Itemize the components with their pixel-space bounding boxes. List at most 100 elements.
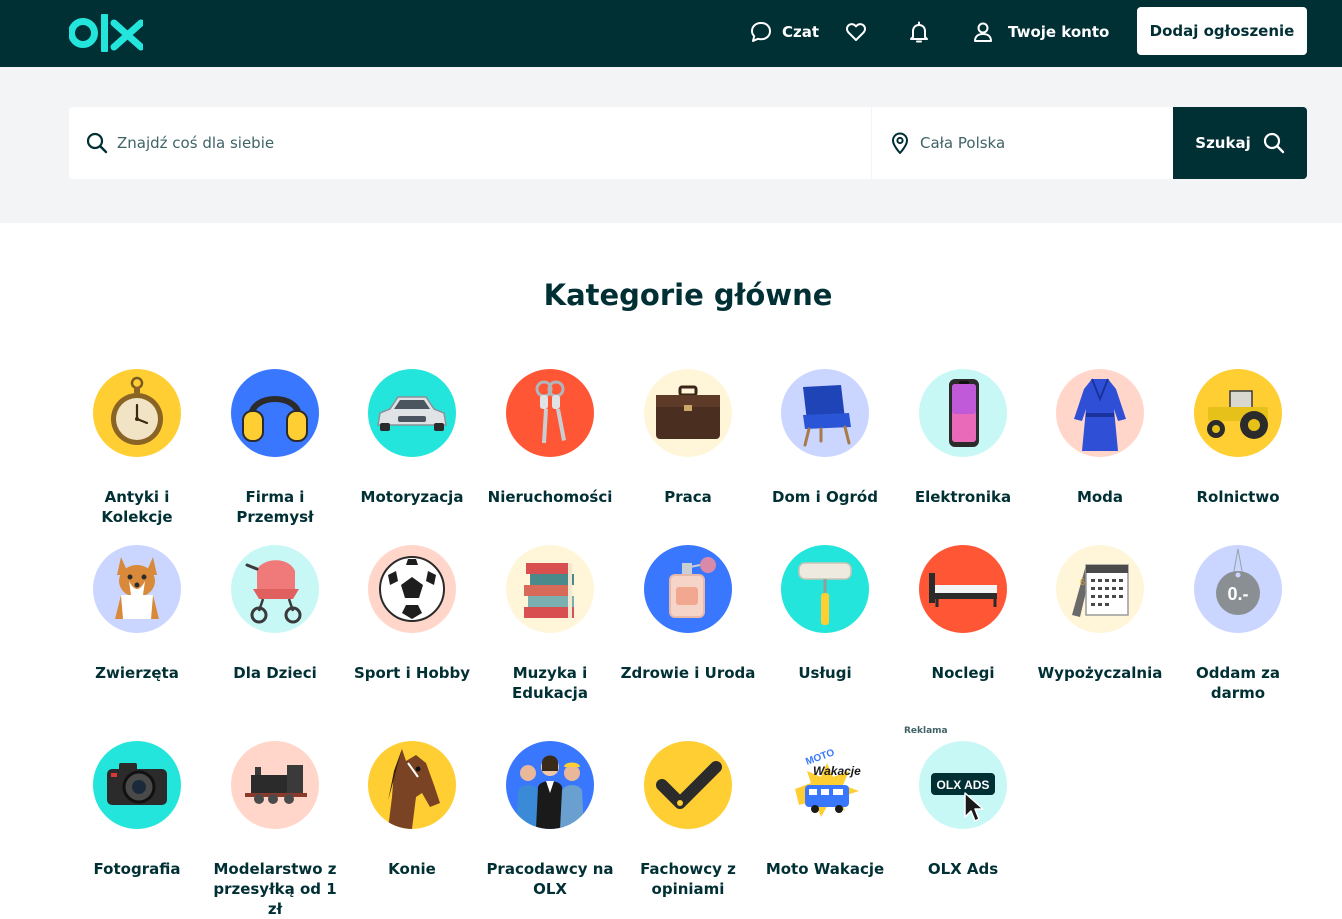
chat-label: Czat (782, 23, 820, 41)
category-oddam[interactable]: 0.- Oddam za darmo (1170, 545, 1306, 703)
category-label: Modelarstwo z przesyłką od 1 zł (213, 860, 337, 918)
category-circle (506, 369, 594, 457)
search-placeholder: Znajdź coś dla siebie (117, 134, 275, 152)
ad-label: Reklama (904, 726, 948, 736)
category-modelarstwo[interactable]: Modelarstwo z przesyłką od 1 zł (207, 741, 343, 919)
add-listing-label: Dodaj ogłoszenie (1149, 22, 1295, 40)
price-tag-text: 0.- (1227, 584, 1248, 604)
chat-link[interactable]: Czat (749, 18, 819, 46)
category-circle (506, 545, 594, 633)
category-antyki[interactable]: Antyki i Kolekcje (69, 369, 205, 527)
category-zdrowie[interactable]: Zdrowie i Uroda (620, 545, 756, 683)
category-elektronika[interactable]: Elektronika (895, 369, 1031, 507)
search-section: Znajdź coś dla siebie Cała Polska Szukaj (0, 67, 1342, 223)
search-icon (86, 132, 108, 154)
bed-icon (929, 573, 997, 607)
category-nieruchomosci[interactable]: Nieruchomości (482, 369, 618, 507)
category-circle (781, 545, 869, 633)
stroller-icon (245, 560, 302, 624)
category-circle (1056, 369, 1144, 457)
calendar-day-text: 6 (1080, 577, 1085, 587)
category-circle: OLX ADS (919, 741, 1007, 829)
category-circle (231, 741, 319, 829)
category-circle (1194, 369, 1282, 457)
add-listing-button[interactable]: Dodaj ogłoszenie (1137, 7, 1307, 55)
category-dla-dzieci[interactable]: Dla Dzieci (207, 545, 343, 683)
favorites-button[interactable] (844, 18, 868, 46)
heart-icon (846, 23, 866, 41)
category-moto-wakacje[interactable]: MOTO Wakacje Moto Wakacje (757, 741, 893, 879)
section-title: Kategorie główne (543, 278, 833, 312)
category-label: Elektronika (914, 488, 1012, 506)
category-label: Zwierzęta (95, 664, 179, 682)
horse-icon (388, 749, 440, 829)
category-label: Moda (1076, 488, 1124, 506)
search-button[interactable]: Szukaj (1173, 107, 1307, 179)
olx-logo[interactable] (69, 14, 143, 52)
category-motoryzacja[interactable]: Motoryzacja (344, 369, 480, 507)
football-icon (379, 556, 445, 622)
check-badge-icon (656, 761, 722, 809)
category-zwierzeta[interactable]: Zwierzęta (69, 545, 205, 683)
olx-ads-text: OLX ADS (937, 778, 990, 792)
category-label: Pracodawcy na OLX (486, 860, 614, 898)
category-praca[interactable]: Praca (620, 369, 756, 507)
category-circle: 6 (1056, 545, 1144, 633)
category-dom[interactable]: Dom i Ogród (757, 369, 893, 507)
category-fachowcy[interactable]: Fachowcy z opiniami (620, 741, 756, 899)
armchair-icon (803, 385, 851, 447)
category-wypozyczalnia[interactable]: 6 Wypożyczalnia (1032, 545, 1168, 683)
search-input[interactable]: Znajdź coś dla siebie (69, 107, 871, 179)
category-moda[interactable]: Moda (1032, 369, 1168, 507)
keys-icon (535, 380, 566, 443)
category-label: OLX Ads (927, 860, 999, 878)
search-icon (1263, 132, 1284, 154)
category-circle (368, 545, 456, 633)
briefcase-icon (656, 385, 720, 439)
chat-bubble-icon (751, 22, 771, 42)
category-rolnictwo[interactable]: Rolnictwo (1170, 369, 1306, 507)
car-icon (377, 396, 447, 431)
category-label: Noclegi (931, 664, 995, 682)
user-icon (974, 22, 992, 42)
category-sport[interactable]: Sport i Hobby (344, 545, 480, 683)
category-konie[interactable]: Konie (344, 741, 480, 879)
account-link[interactable]: Twoje konto (971, 18, 1109, 46)
category-label: Moto Wakacje (765, 860, 885, 878)
category-circle (231, 369, 319, 457)
category-label: Antyki i Kolekcje (101, 488, 173, 526)
category-circle (93, 741, 181, 829)
price-tag-icon: 0.- (1216, 548, 1260, 615)
category-circle (231, 545, 319, 633)
category-label: Dla Dzieci (233, 664, 317, 682)
category-circle (93, 369, 181, 457)
category-olx-ads[interactable]: OLX ADS OLX Ads (895, 741, 1031, 879)
location-input[interactable]: Cała Polska (872, 107, 1173, 179)
category-uslugi[interactable]: Usługi (757, 545, 893, 683)
category-label: Rolnictwo (1196, 488, 1280, 506)
dog-icon (115, 557, 159, 619)
category-circle (368, 741, 456, 829)
category-label: Zdrowie i Uroda (620, 664, 756, 682)
category-firma[interactable]: Firma i Przemysł (207, 369, 343, 527)
category-label: Oddam za darmo (1195, 664, 1281, 702)
category-pracodawcy[interactable]: Pracodawcy na OLX (482, 741, 618, 899)
olx-ads-icon: OLX ADS (931, 773, 995, 822)
calendar-icon: 6 (1072, 564, 1129, 617)
category-muzyka[interactable]: Muzyka i Edukacja (482, 545, 618, 703)
category-circle (781, 369, 869, 457)
tractor-icon (1207, 390, 1268, 439)
notifications-button[interactable] (907, 18, 931, 46)
category-circle (644, 545, 732, 633)
category-label: Praca (664, 488, 712, 506)
category-circle (919, 369, 1007, 457)
search-button-label: Szukaj (1195, 134, 1251, 152)
category-fotografia[interactable]: Fotografia (69, 741, 205, 879)
location-pin-icon (891, 132, 909, 154)
category-label: Muzyka i Edukacja (512, 664, 588, 702)
paint-roller-icon (798, 562, 852, 625)
pocket-watch-icon (111, 376, 163, 445)
camera-icon (107, 763, 167, 805)
model-train-icon (245, 765, 307, 804)
category-noclegi[interactable]: Noclegi (895, 545, 1031, 683)
